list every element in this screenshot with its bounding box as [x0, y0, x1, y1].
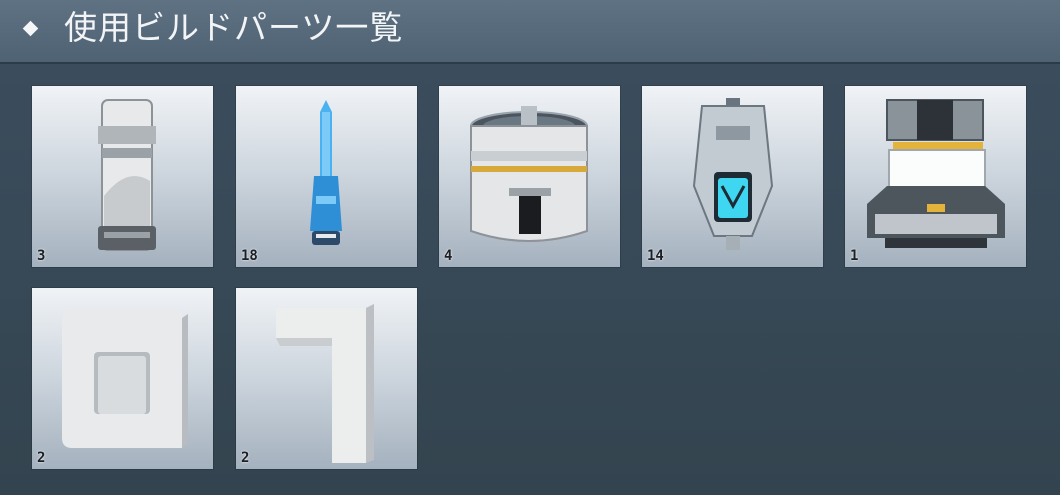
digit-zero-part-icon — [62, 308, 188, 448]
tall-bracket-part-icon — [98, 99, 156, 251]
page-title: 使用ビルドパーツ一覧 — [64, 8, 404, 47]
part-count: 2 — [241, 450, 250, 466]
cargo-box-part-icon — [867, 99, 1005, 248]
part-tile-tall-bracket[interactable]: 3 — [32, 86, 213, 267]
part-count: 1 — [850, 248, 859, 264]
cylinder-hatch-part-icon — [470, 106, 588, 242]
part-tile-thruster[interactable]: 14 — [642, 86, 823, 267]
part-count: 2 — [37, 450, 46, 466]
part-tile-blue-antenna[interactable]: 18 — [236, 86, 417, 267]
part-tile-digit-one[interactable]: 2 — [236, 288, 417, 469]
diamond-bullet-icon — [22, 20, 39, 37]
part-count: 3 — [37, 248, 46, 264]
thruster-part-icon — [692, 98, 774, 250]
part-count: 14 — [647, 248, 664, 264]
part-tile-digit-zero[interactable]: 2 — [32, 288, 213, 469]
digit-one-part-icon — [276, 304, 374, 463]
part-count: 4 — [444, 248, 453, 264]
header-bar: 使用ビルドパーツ一覧 — [0, 0, 1060, 64]
part-tile-cargo-box[interactable]: 1 — [845, 86, 1026, 267]
part-count: 18 — [241, 248, 258, 264]
blue-antenna-part-icon — [310, 100, 342, 245]
parts-grid: 3 18 4 14 1 2 2 — [0, 64, 1060, 495]
part-tile-cylinder-hatch[interactable]: 4 — [439, 86, 620, 267]
